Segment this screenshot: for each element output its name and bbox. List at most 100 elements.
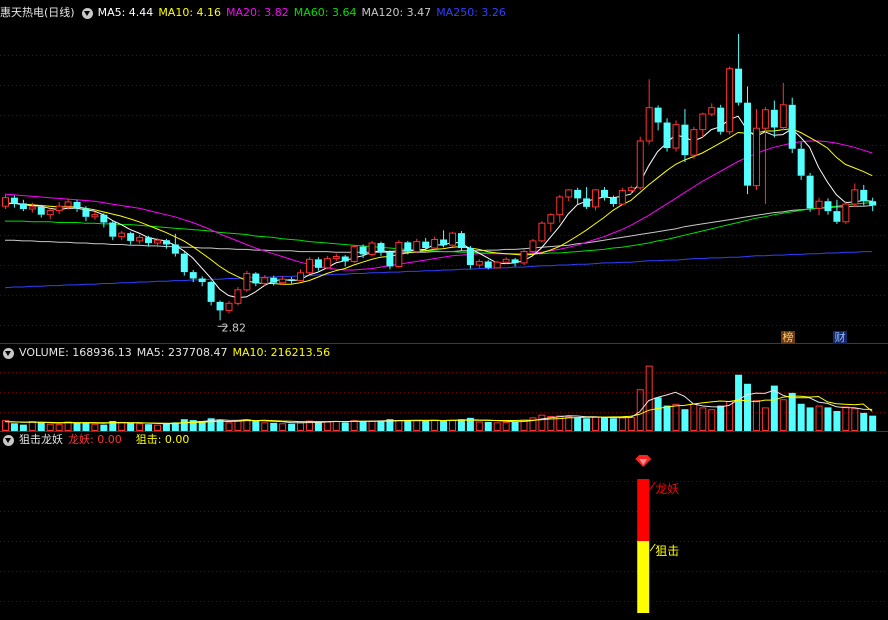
volume-bar — [744, 383, 752, 431]
volume-bar — [314, 421, 322, 431]
volume-bar — [484, 421, 492, 431]
signal-bars: 龙妖狙击 — [635, 455, 679, 613]
longyao-value: 龙妖: 0.00 — [68, 433, 122, 446]
volume-bar — [672, 403, 680, 431]
volume-bar — [645, 365, 653, 432]
candle-body — [261, 277, 269, 284]
volume-bar — [162, 423, 170, 431]
candle-body — [574, 189, 582, 199]
volume-bar — [28, 421, 36, 431]
candle-body — [46, 209, 54, 216]
candle-body — [779, 104, 787, 128]
candle-body — [654, 107, 662, 123]
volume-bar — [815, 405, 823, 432]
volume-bar — [145, 424, 153, 431]
candle-body — [681, 124, 689, 156]
candle-body — [860, 189, 868, 202]
candle-body — [708, 107, 716, 115]
candle-body — [37, 206, 45, 215]
volume-bar — [440, 421, 448, 431]
volume-ma10: MA10: 216213.56 — [232, 346, 331, 359]
volume-bar — [422, 420, 430, 431]
candle-body — [842, 203, 850, 223]
candle-body — [64, 201, 72, 207]
finance-badge[interactable]: 财 — [833, 331, 847, 344]
candle-body — [520, 251, 528, 264]
candle-body — [171, 244, 179, 254]
candle-body — [136, 236, 144, 242]
billboard-badge[interactable]: 榜 — [781, 331, 795, 344]
candle-body — [91, 214, 99, 218]
candle-body — [833, 211, 841, 222]
kline-chart[interactable]: 2.82 龙妖狙击 — [0, 0, 888, 620]
candle-body — [726, 68, 734, 133]
candle-body — [449, 232, 456, 246]
candle-body — [341, 256, 349, 262]
volume-bar — [797, 403, 805, 431]
candlesticks — [2, 33, 877, 321]
candle-body — [752, 127, 760, 187]
candle-body — [609, 197, 617, 205]
volume-bar — [449, 420, 456, 431]
candle-body — [297, 272, 305, 282]
candle-body — [207, 282, 215, 302]
candle-body — [744, 102, 752, 186]
pane-divider[interactable] — [0, 343, 888, 344]
volume-bar — [91, 423, 99, 432]
candle-body — [55, 205, 63, 211]
chevron-down-icon[interactable] — [3, 347, 14, 359]
pane-divider[interactable] — [0, 431, 888, 432]
candle-body — [511, 259, 519, 263]
candle-body — [109, 222, 117, 237]
candle-body — [198, 278, 206, 283]
ma10-legend: MA10: 4.16 — [158, 6, 222, 19]
candle-body — [225, 302, 233, 311]
candle-body — [493, 261, 501, 269]
candle-body — [761, 109, 769, 129]
ma5-legend: MA5: 4.44 — [97, 6, 154, 19]
volume-bar — [279, 423, 287, 432]
candle-body — [735, 68, 743, 103]
candle-body — [592, 189, 600, 208]
stock-title[interactable]: 惠天热电(日线) — [0, 6, 75, 20]
candle-body — [645, 107, 653, 142]
chevron-down-icon[interactable] — [81, 7, 93, 19]
ma60-line — [5, 202, 873, 255]
volume-bar — [377, 421, 385, 431]
volume-bar — [609, 418, 617, 431]
candle-body — [10, 197, 18, 204]
volume-bar — [761, 407, 769, 432]
candle-body — [431, 239, 439, 249]
candle-body — [475, 260, 483, 266]
indicator-name[interactable]: 狙击龙妖 — [19, 433, 63, 447]
chevron-down-icon[interactable] — [3, 434, 14, 446]
volume-bar — [618, 417, 626, 432]
indicator-header: 狙击龙妖 龙妖: 0.00 狙击: 0.00 — [0, 433, 194, 447]
volume-bar — [323, 421, 331, 431]
volume-ma5: MA5: 237708.47 — [136, 346, 228, 359]
candle-body — [395, 241, 403, 267]
longyao-signal-label: 龙妖 — [655, 482, 679, 496]
volume-bar — [735, 374, 743, 431]
volume-bar — [180, 419, 188, 431]
volume-bar — [332, 421, 340, 431]
candle-body — [600, 189, 608, 198]
volume-bar — [431, 419, 439, 431]
candle-body — [627, 187, 635, 192]
volume-bar — [288, 423, 296, 431]
candle-body — [636, 140, 644, 189]
candle-body — [216, 301, 224, 311]
candle-body — [19, 203, 27, 210]
candle-body — [824, 201, 832, 212]
volume-bar — [538, 414, 546, 432]
ma120-legend: MA120: 3.47 — [361, 6, 432, 19]
candle-body — [440, 239, 448, 246]
volume-bar — [600, 417, 608, 431]
candle-body — [770, 109, 778, 128]
ma10-line — [5, 128, 873, 285]
volume-bar — [368, 420, 376, 431]
volume-bar — [341, 422, 349, 431]
candle-body — [368, 242, 376, 255]
volume-bar — [64, 421, 72, 431]
juji-signal-bar — [637, 541, 650, 613]
